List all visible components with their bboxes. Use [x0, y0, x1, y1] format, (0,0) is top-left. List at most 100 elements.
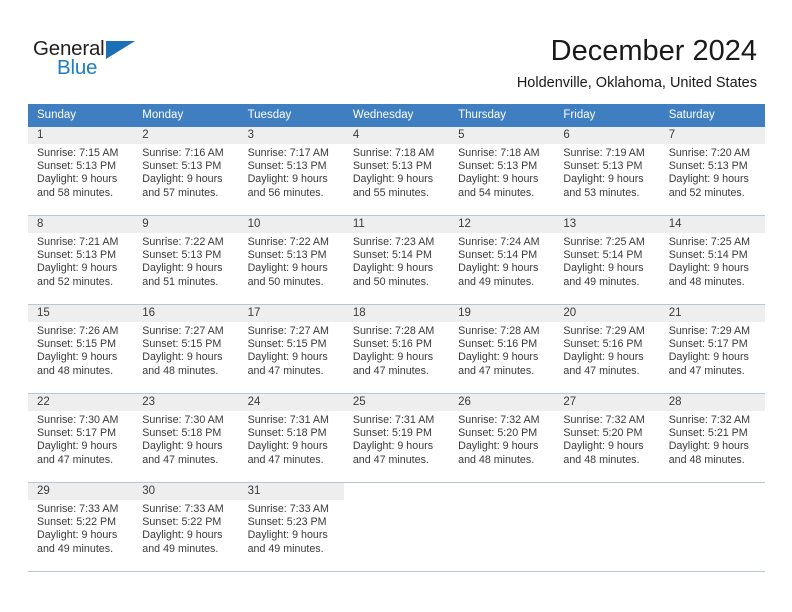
sunset-text: Sunset: 5:14 PM	[352, 249, 432, 262]
sunrise-text: Sunrise: 7:15 AM	[37, 147, 119, 159]
sunset-text: Sunset: 5:15 PM	[37, 338, 117, 351]
daylight-text-line1: Daylight: 9 hours	[563, 440, 644, 453]
daylight-text-line1: Daylight: 9 hours	[247, 351, 328, 364]
day-cell[interactable]: 28 Sunrise: 7:32 AM Sunset: 5:21 PM Dayl…	[659, 394, 765, 482]
daylight-text-line1: Daylight: 9 hours	[668, 173, 749, 186]
daylight-text-line1: Daylight: 9 hours	[668, 440, 749, 453]
day-cell[interactable]: 8 Sunrise: 7:21 AM Sunset: 5:13 PM Dayli…	[28, 216, 134, 304]
sunrise-text: Sunrise: 7:22 AM	[247, 236, 329, 248]
day-cell[interactable]: 20 Sunrise: 7:29 AM Sunset: 5:16 PM Dayl…	[554, 305, 660, 393]
sunset-text: Sunset: 5:13 PM	[247, 160, 327, 173]
page-title: December 2024	[550, 35, 757, 67]
day-cell[interactable]: 13 Sunrise: 7:25 AM Sunset: 5:14 PM Dayl…	[554, 216, 660, 304]
day-number: 21	[659, 305, 765, 322]
day-number	[344, 483, 449, 500]
day-number: 6	[554, 127, 660, 144]
weekday-header-thursday: Thursday	[458, 109, 507, 121]
daylight-text-line1: Daylight: 9 hours	[352, 440, 434, 453]
day-cell-empty	[344, 483, 449, 571]
page-subtitle: Holdenville, Oklahoma, United States	[516, 75, 757, 91]
sunset-text: Sunset: 5:22 PM	[37, 516, 117, 529]
sunset-text: Sunset: 5:20 PM	[563, 427, 643, 440]
daylight-text-line2: and 52 minutes.	[668, 186, 745, 199]
day-cell[interactable]: 31 Sunrise: 7:33 AM Sunset: 5:23 PM Dayl…	[238, 483, 344, 571]
sunrise-text: Sunrise: 7:32 AM	[563, 414, 645, 426]
sunrise-text: Sunrise: 7:28 AM	[458, 325, 540, 337]
sunrise-text: Sunrise: 7:22 AM	[142, 236, 224, 248]
day-cell[interactable]: 11 Sunrise: 7:23 AM Sunset: 5:14 PM Dayl…	[343, 216, 450, 304]
sunrise-text: Sunrise: 7:31 AM	[247, 414, 329, 426]
sunrise-text: Sunrise: 7:27 AM	[247, 325, 329, 337]
sunset-text: Sunset: 5:23 PM	[247, 516, 327, 529]
daylight-text-line1: Daylight: 9 hours	[668, 262, 749, 275]
week-row: 8 Sunrise: 7:21 AM Sunset: 5:13 PM Dayli…	[28, 215, 765, 304]
day-cell[interactable]: 2 Sunrise: 7:16 AM Sunset: 5:13 PM Dayli…	[133, 127, 239, 215]
day-number: 13	[554, 216, 660, 233]
day-cell[interactable]: 14 Sunrise: 7:25 AM Sunset: 5:14 PM Dayl…	[659, 216, 765, 304]
day-cell[interactable]: 16 Sunrise: 7:27 AM Sunset: 5:15 PM Dayl…	[133, 305, 239, 393]
day-cell[interactable]: 21 Sunrise: 7:29 AM Sunset: 5:17 PM Dayl…	[659, 305, 765, 393]
day-number: 17	[238, 305, 344, 322]
day-cell[interactable]: 26 Sunrise: 7:32 AM Sunset: 5:20 PM Dayl…	[449, 394, 555, 482]
sunset-text: Sunset: 5:14 PM	[563, 249, 643, 262]
day-cell[interactable]: 18 Sunrise: 7:28 AM Sunset: 5:16 PM Dayl…	[343, 305, 450, 393]
sunset-text: Sunset: 5:13 PM	[37, 249, 117, 262]
daylight-text-line2: and 48 minutes.	[668, 275, 745, 288]
daylight-text-line2: and 49 minutes.	[247, 542, 324, 555]
daylight-text-line2: and 54 minutes.	[458, 186, 535, 199]
day-cell[interactable]: 19 Sunrise: 7:28 AM Sunset: 5:16 PM Dayl…	[449, 305, 555, 393]
daylight-text-line2: and 57 minutes.	[142, 186, 219, 199]
day-number: 15	[28, 305, 134, 322]
day-cell[interactable]: 3 Sunrise: 7:17 AM Sunset: 5:13 PM Dayli…	[238, 127, 344, 215]
day-cell-empty	[449, 483, 554, 571]
day-number: 31	[238, 483, 344, 500]
day-cell[interactable]: 1 Sunrise: 7:15 AM Sunset: 5:13 PM Dayli…	[28, 127, 134, 215]
day-cell[interactable]: 30 Sunrise: 7:33 AM Sunset: 5:22 PM Dayl…	[133, 483, 239, 571]
day-cell[interactable]: 9 Sunrise: 7:22 AM Sunset: 5:13 PM Dayli…	[133, 216, 239, 304]
calendar-page: General Blue December 2024 Holdenville, …	[0, 0, 792, 612]
day-details: Sunrise: 7:22 AM Sunset: 5:13 PM Dayligh…	[133, 233, 238, 289]
daylight-text-line2: and 58 minutes.	[37, 186, 114, 199]
day-number: 23	[133, 394, 239, 411]
sunset-text: Sunset: 5:13 PM	[37, 160, 117, 173]
daylight-text-line2: and 50 minutes.	[247, 275, 324, 288]
sunset-text: Sunset: 5:13 PM	[352, 160, 432, 173]
day-cell[interactable]: 25 Sunrise: 7:31 AM Sunset: 5:19 PM Dayl…	[343, 394, 450, 482]
title-block: December 2024 Holdenville, Oklahoma, Uni…	[517, 34, 757, 93]
daylight-text-line2: and 49 minutes.	[458, 275, 535, 288]
day-cell[interactable]: 23 Sunrise: 7:30 AM Sunset: 5:18 PM Dayl…	[133, 394, 239, 482]
daylight-text-line1: Daylight: 9 hours	[563, 173, 644, 186]
day-cell[interactable]: 15 Sunrise: 7:26 AM Sunset: 5:15 PM Dayl…	[28, 305, 134, 393]
day-cell[interactable]: 29 Sunrise: 7:33 AM Sunset: 5:22 PM Dayl…	[28, 483, 134, 571]
day-number: 26	[449, 394, 555, 411]
day-cell[interactable]: 17 Sunrise: 7:27 AM Sunset: 5:15 PM Dayl…	[238, 305, 344, 393]
day-cell[interactable]: 5 Sunrise: 7:18 AM Sunset: 5:13 PM Dayli…	[449, 127, 555, 215]
day-cell[interactable]: 10 Sunrise: 7:22 AM Sunset: 5:13 PM Dayl…	[238, 216, 344, 304]
sunrise-text: Sunrise: 7:25 AM	[563, 236, 645, 248]
day-cell[interactable]: 4 Sunrise: 7:18 AM Sunset: 5:13 PM Dayli…	[343, 127, 450, 215]
day-cell[interactable]: 6 Sunrise: 7:19 AM Sunset: 5:13 PM Dayli…	[554, 127, 660, 215]
day-number: 4	[343, 127, 450, 144]
day-cell-empty	[660, 483, 765, 571]
day-cell[interactable]: 24 Sunrise: 7:31 AM Sunset: 5:18 PM Dayl…	[238, 394, 344, 482]
calendar-grid: Sunday Monday Tuesday Wednesday Thursday…	[28, 104, 765, 572]
daylight-text-line1: Daylight: 9 hours	[37, 351, 118, 364]
day-details: Sunrise: 7:29 AM Sunset: 5:16 PM Dayligh…	[554, 322, 659, 378]
day-cell[interactable]: 12 Sunrise: 7:24 AM Sunset: 5:14 PM Dayl…	[449, 216, 555, 304]
day-details: Sunrise: 7:22 AM Sunset: 5:13 PM Dayligh…	[239, 233, 344, 289]
day-details: Sunrise: 7:26 AM Sunset: 5:15 PM Dayligh…	[28, 322, 133, 378]
daylight-text-line2: and 49 minutes.	[142, 542, 219, 555]
week-row: 22 Sunrise: 7:30 AM Sunset: 5:17 PM Dayl…	[28, 393, 765, 482]
daylight-text-line2: and 51 minutes.	[142, 275, 219, 288]
daylight-text-line2: and 52 minutes.	[37, 275, 114, 288]
day-details: Sunrise: 7:30 AM Sunset: 5:18 PM Dayligh…	[133, 411, 238, 467]
day-cell[interactable]: 27 Sunrise: 7:32 AM Sunset: 5:20 PM Dayl…	[554, 394, 660, 482]
day-cell[interactable]: 7 Sunrise: 7:20 AM Sunset: 5:13 PM Dayli…	[659, 127, 765, 215]
day-details: Sunrise: 7:33 AM Sunset: 5:22 PM Dayligh…	[28, 500, 133, 556]
general-blue-logo[interactable]: General Blue	[33, 38, 153, 84]
daylight-text-line1: Daylight: 9 hours	[247, 262, 328, 275]
day-number: 9	[133, 216, 239, 233]
day-details: Sunrise: 7:28 AM Sunset: 5:16 PM Dayligh…	[449, 322, 554, 378]
day-cell[interactable]: 22 Sunrise: 7:30 AM Sunset: 5:17 PM Dayl…	[28, 394, 134, 482]
daylight-text-line2: and 47 minutes.	[668, 364, 745, 377]
